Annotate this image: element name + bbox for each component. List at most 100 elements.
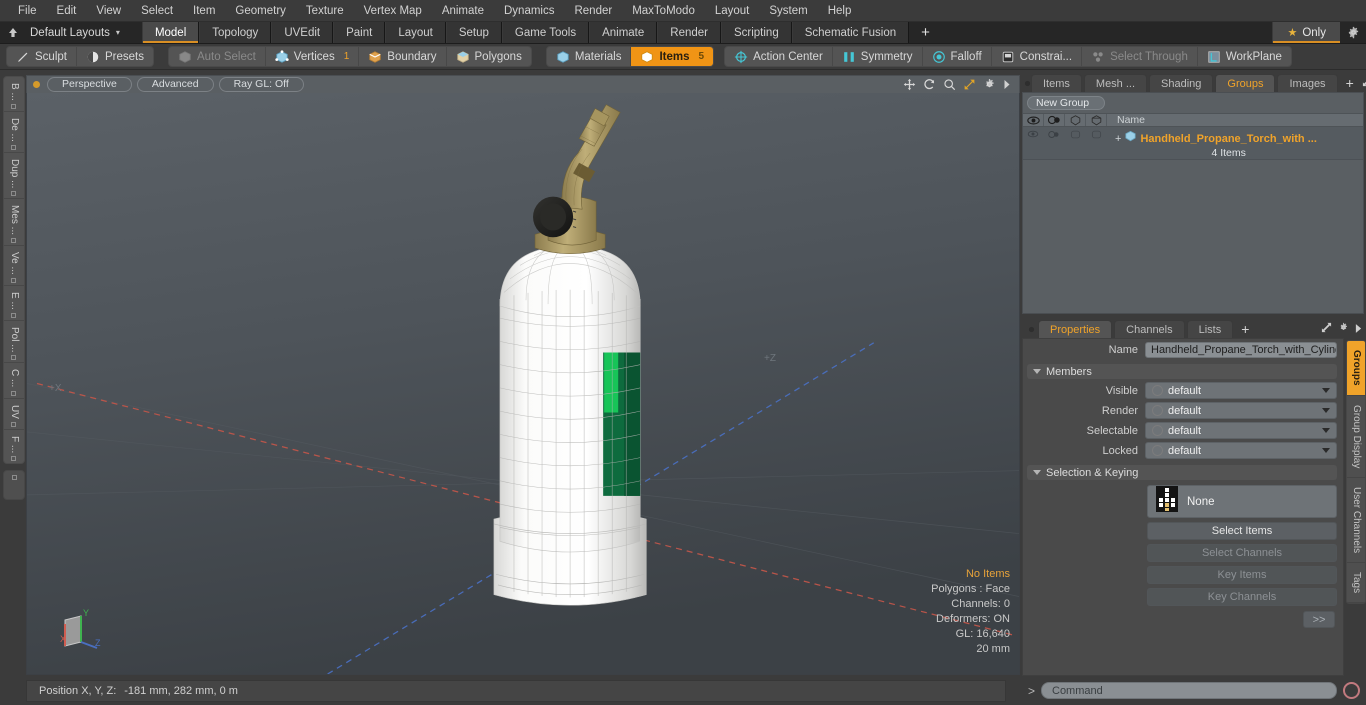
3d-viewport[interactable]: +X +Z X Y Z No Items Polygons : Face Cha… bbox=[26, 93, 1020, 675]
visible-dropdown[interactable]: default bbox=[1145, 382, 1337, 399]
gear-icon[interactable] bbox=[1338, 320, 1349, 338]
menu-item-vertex-map[interactable]: Vertex Map bbox=[354, 2, 432, 20]
left-tab-uv[interactable]: UV bbox=[4, 399, 24, 430]
left-tab-polygon[interactable]: Pol ... bbox=[4, 321, 24, 364]
tab-lists[interactable]: Lists bbox=[1186, 320, 1234, 338]
panel-menu-dot[interactable] bbox=[1024, 74, 1031, 92]
tab-channels[interactable]: Channels bbox=[1114, 320, 1185, 338]
group-row[interactable]: + Handheld_Propane_Torch_with ... 4 Item… bbox=[1023, 127, 1363, 160]
axis-gizmo[interactable]: X Y Z bbox=[51, 604, 107, 656]
right-tab-group-display[interactable]: Group Display bbox=[1347, 396, 1365, 478]
add-panel-tab-button[interactable]: + bbox=[1340, 74, 1360, 92]
menu-item-geometry[interactable]: Geometry bbox=[225, 2, 296, 20]
vertices-button[interactable]: Vertices 1 bbox=[266, 47, 360, 66]
layout-selector[interactable]: Default Layouts ▾ bbox=[26, 22, 130, 43]
row-render-icon[interactable] bbox=[1044, 127, 1065, 159]
select-through-button[interactable]: Select Through bbox=[1082, 47, 1198, 66]
materials-button[interactable]: Materials bbox=[547, 47, 632, 66]
left-tab-duplicate[interactable]: Dup ... bbox=[4, 153, 24, 200]
constraint-button[interactable]: Constrai... bbox=[992, 47, 1083, 66]
right-tab-tags[interactable]: Tags bbox=[1347, 563, 1365, 604]
menu-item-file[interactable]: File bbox=[8, 2, 47, 20]
symmetry-button[interactable]: Symmetry bbox=[833, 47, 923, 66]
maximize-icon[interactable] bbox=[1321, 320, 1332, 338]
menu-item-help[interactable]: Help bbox=[818, 2, 862, 20]
left-tab-mesh-edit[interactable]: Mes ... bbox=[4, 199, 24, 247]
name-field[interactable]: Handheld_Propane_Torch_with_Cylind bbox=[1145, 342, 1337, 358]
workplane-button[interactable]: WorkPlane bbox=[1198, 47, 1291, 66]
auto-select-button[interactable]: Auto Select bbox=[169, 47, 266, 66]
left-tab-fusion[interactable]: F ... bbox=[4, 430, 24, 463]
presets-button[interactable]: Presets bbox=[77, 47, 153, 66]
viewport-raygl-button[interactable]: Ray GL: Off bbox=[218, 77, 304, 92]
viewport-projection-button[interactable]: Perspective bbox=[47, 77, 132, 92]
tab-schematic-fusion[interactable]: Schematic Fusion bbox=[791, 22, 910, 43]
viewport-menu-dot[interactable] bbox=[33, 81, 40, 88]
members-section-header[interactable]: Members bbox=[1027, 364, 1337, 379]
row-select-toggle[interactable] bbox=[1065, 127, 1086, 159]
tab-paint[interactable]: Paint bbox=[333, 22, 386, 43]
selection-set-field[interactable]: None bbox=[1147, 485, 1337, 518]
action-center-button[interactable]: Action Center bbox=[725, 47, 833, 66]
menu-item-edit[interactable]: Edit bbox=[47, 2, 87, 20]
chevron-right-icon[interactable] bbox=[1003, 79, 1011, 90]
falloff-button[interactable]: Falloff bbox=[923, 47, 992, 66]
menu-item-animate[interactable]: Animate bbox=[432, 2, 494, 20]
gear-icon[interactable] bbox=[1340, 22, 1366, 43]
locked-dropdown[interactable]: default bbox=[1145, 442, 1337, 459]
gear-icon[interactable] bbox=[983, 78, 996, 91]
groups-list-empty-area[interactable] bbox=[1023, 160, 1363, 313]
zoom-icon[interactable] bbox=[943, 78, 956, 91]
expand-more-button[interactable]: >> bbox=[1303, 611, 1335, 628]
selection-keying-section-header[interactable]: Selection & Keying bbox=[1027, 465, 1337, 480]
polygons-button[interactable]: Polygons bbox=[447, 47, 531, 66]
row-eye-icon[interactable] bbox=[1023, 127, 1044, 159]
boundary-button[interactable]: Boundary bbox=[359, 47, 447, 66]
menu-item-system[interactable]: System bbox=[759, 2, 817, 20]
selectable-dropdown[interactable]: default bbox=[1145, 422, 1337, 439]
menu-item-dynamics[interactable]: Dynamics bbox=[494, 2, 564, 20]
left-extra-panel[interactable] bbox=[3, 469, 25, 500]
menu-item-maxtomodo[interactable]: MaxToModo bbox=[622, 2, 705, 20]
items-button[interactable]: Items 5 bbox=[631, 47, 714, 66]
tab-animate[interactable]: Animate bbox=[589, 22, 658, 43]
left-tab-edge[interactable]: E ... bbox=[4, 286, 24, 321]
render-dropdown[interactable]: default bbox=[1145, 402, 1337, 419]
sculpt-button[interactable]: Sculpt bbox=[7, 47, 77, 66]
tab-images[interactable]: Images bbox=[1277, 74, 1338, 92]
menu-item-select[interactable]: Select bbox=[131, 2, 183, 20]
tab-setup[interactable]: Setup bbox=[445, 22, 502, 43]
right-tab-groups[interactable]: Groups bbox=[1347, 341, 1365, 396]
tab-uvedit[interactable]: UVEdit bbox=[271, 22, 334, 43]
left-tab-basic[interactable]: B ... bbox=[4, 77, 24, 112]
tab-topology[interactable]: Topology bbox=[199, 22, 272, 43]
menu-item-texture[interactable]: Texture bbox=[296, 2, 354, 20]
home-icon[interactable] bbox=[0, 22, 26, 43]
group-row-content[interactable]: + Handheld_Propane_Torch_with ... 4 Item… bbox=[1107, 127, 1363, 159]
chevron-right-icon[interactable] bbox=[1355, 320, 1362, 338]
left-tab-curve[interactable]: C ... bbox=[4, 363, 24, 399]
tab-game-tools[interactable]: Game Tools bbox=[501, 22, 590, 43]
tab-model[interactable]: Model bbox=[141, 22, 200, 43]
properties-menu-dot[interactable] bbox=[1024, 320, 1038, 338]
menu-item-item[interactable]: Item bbox=[183, 2, 225, 20]
tab-groups[interactable]: Groups bbox=[1215, 74, 1276, 92]
maximize-icon[interactable] bbox=[1362, 74, 1366, 92]
only-toggle-button[interactable]: ★ Only bbox=[1272, 22, 1340, 43]
left-tab-deform[interactable]: De ... bbox=[4, 112, 24, 153]
tab-items[interactable]: Items bbox=[1031, 74, 1082, 92]
tab-properties[interactable]: Properties bbox=[1038, 320, 1113, 338]
right-tab-user-channels[interactable]: User Channels bbox=[1347, 478, 1365, 564]
viewport-shading-button[interactable]: Advanced bbox=[136, 77, 214, 92]
add-tab-button[interactable]: + bbox=[909, 22, 942, 43]
tab-mesh[interactable]: Mesh ... bbox=[1083, 74, 1148, 92]
menu-item-view[interactable]: View bbox=[86, 2, 131, 20]
expander-toggle[interactable]: + bbox=[1115, 133, 1121, 145]
tab-shading[interactable]: Shading bbox=[1149, 74, 1214, 92]
menu-item-layout[interactable]: Layout bbox=[705, 2, 760, 20]
row-lock-toggle[interactable] bbox=[1086, 127, 1107, 159]
fit-icon[interactable] bbox=[963, 78, 976, 91]
command-input[interactable]: Command bbox=[1041, 682, 1337, 699]
select-items-button[interactable]: Select Items bbox=[1147, 522, 1337, 540]
left-tab-vertex[interactable]: Ve ... bbox=[4, 246, 24, 286]
